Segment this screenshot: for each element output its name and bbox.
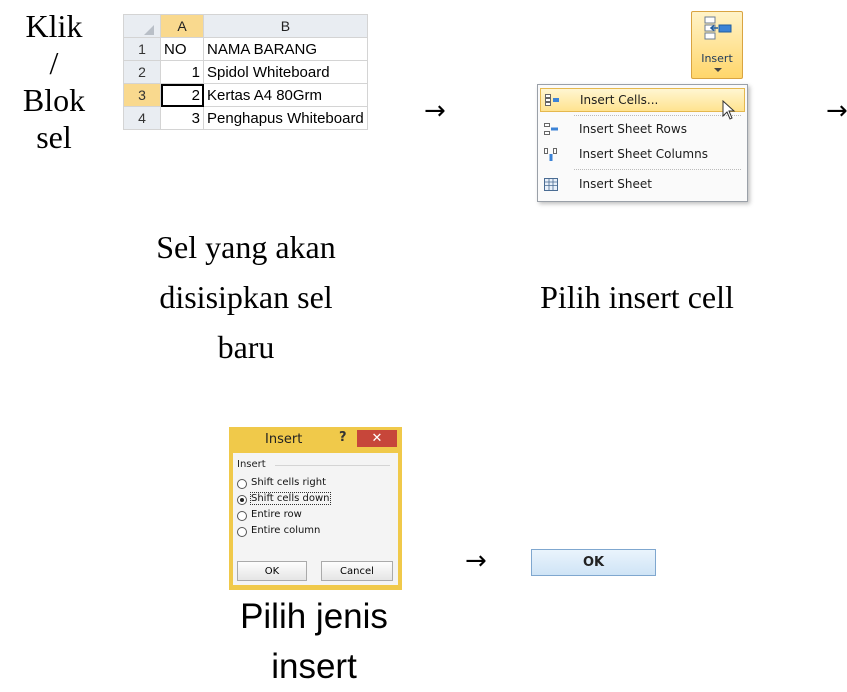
table-row: 2 1 Spidol Whiteboard	[123, 60, 368, 84]
radio-button[interactable]	[237, 479, 247, 489]
insert-sheet-icon	[544, 178, 558, 191]
caption-line: Pilih jenis	[240, 597, 388, 636]
option-label: Entire column	[251, 525, 321, 536]
insert-cells-icon	[545, 94, 559, 106]
mouse-pointer-icon	[722, 100, 736, 120]
insert-ribbon-button[interactable]: Insert	[691, 11, 743, 79]
menu-item-label: Insert Sheet Columns	[579, 147, 708, 161]
column-header-b[interactable]: B	[203, 14, 368, 38]
option-label: Entire row	[251, 509, 302, 520]
spreadsheet-grid: A B 1 NO NAMA BARANG 2 1 Spidol Whiteboa…	[123, 14, 368, 130]
dialog-body: Insert Shift cells right Shift cells dow…	[233, 453, 398, 585]
row-header[interactable]: 4	[123, 106, 161, 130]
arrow-icon: →	[465, 546, 487, 576]
menu-item-insert-sheet-rows[interactable]: Insert Sheet Rows	[540, 118, 745, 142]
cell[interactable]: Penghapus Whiteboard	[203, 106, 368, 130]
table-row: 3 2 Kertas A4 80Grm	[123, 83, 368, 107]
caption-line: baru	[217, 329, 275, 365]
instruction-caption: Klik / Blok sel	[14, 8, 94, 156]
menu-item-label: Insert Cells...	[580, 93, 659, 107]
caption-line: Blok	[22, 82, 86, 118]
option-label: Shift cells right	[251, 477, 326, 488]
active-cell[interactable]: 2	[160, 83, 204, 107]
menu-divider	[574, 115, 741, 116]
insert-button-label: Insert	[701, 52, 733, 65]
menu-item-insert-cells[interactable]: Insert Cells...	[540, 88, 745, 112]
insert-rows-icon	[544, 123, 558, 135]
radio-button-selected[interactable]	[237, 495, 247, 505]
caption-line: sel	[36, 119, 72, 155]
menu-item-insert-sheet[interactable]: Insert Sheet	[540, 173, 745, 197]
table-row: 1 NO NAMA BARANG	[123, 37, 368, 61]
radio-button[interactable]	[237, 527, 247, 537]
insert-dropdown-menu: Insert Cells... Insert Sheet Rows Insert…	[537, 84, 748, 202]
group-label: Insert	[237, 459, 266, 470]
group-divider	[275, 465, 390, 466]
caption-line: Sel yang akan	[156, 229, 336, 265]
menu-item-insert-sheet-columns[interactable]: Insert Sheet Columns	[540, 143, 745, 167]
cell[interactable]: Spidol Whiteboard	[203, 60, 368, 84]
row-header[interactable]: 2	[123, 60, 161, 84]
cell[interactable]: 3	[160, 106, 204, 130]
cell[interactable]: NO	[160, 37, 204, 61]
option-label: Shift cells down	[250, 492, 331, 505]
caption-line: Klik	[25, 8, 83, 44]
cell[interactable]: Kertas A4 80Grm	[203, 83, 368, 107]
help-icon[interactable]: ?	[339, 430, 347, 445]
cell-caption: Sel yang akan disisipkan sel baru	[130, 222, 362, 372]
menu-caption: Pilih insert cell	[540, 279, 734, 315]
column-header-a[interactable]: A	[160, 14, 204, 38]
table-row: 4 3 Penghapus Whiteboard	[123, 106, 368, 130]
arrow-icon: →	[826, 96, 847, 126]
caption-line: disisipkan sel	[159, 279, 333, 315]
menu-item-label: Insert Sheet	[579, 177, 652, 191]
dialog-cancel-button[interactable]: Cancel	[321, 561, 393, 581]
dialog-title: Insert	[265, 432, 303, 447]
row-header[interactable]: 3	[123, 83, 161, 107]
close-button[interactable]: ✕	[357, 430, 397, 447]
menu-divider	[574, 169, 741, 170]
dialog-title-bar: Insert ? ✕	[229, 429, 402, 451]
chevron-down-icon	[714, 68, 722, 72]
cell[interactable]: NAMA BARANG	[203, 37, 368, 61]
cell[interactable]: 1	[160, 60, 204, 84]
dialog-caption: Pilih jenis insert	[208, 592, 420, 692]
caption-line: insert	[271, 647, 357, 686]
arrow-icon: →	[424, 96, 446, 126]
insert-columns-icon	[544, 148, 557, 161]
caption-line: /	[49, 45, 59, 81]
select-all-corner[interactable]	[123, 14, 161, 38]
insert-dialog: Insert ? ✕ Insert Shift cells right Shif…	[229, 427, 402, 590]
radio-button[interactable]	[237, 511, 247, 521]
menu-item-label: Insert Sheet Rows	[579, 122, 687, 136]
ok-button[interactable]: OK	[531, 549, 656, 576]
row-header[interactable]: 1	[123, 37, 161, 61]
dialog-ok-button[interactable]: OK	[237, 561, 307, 581]
insert-cells-icon	[704, 16, 732, 40]
